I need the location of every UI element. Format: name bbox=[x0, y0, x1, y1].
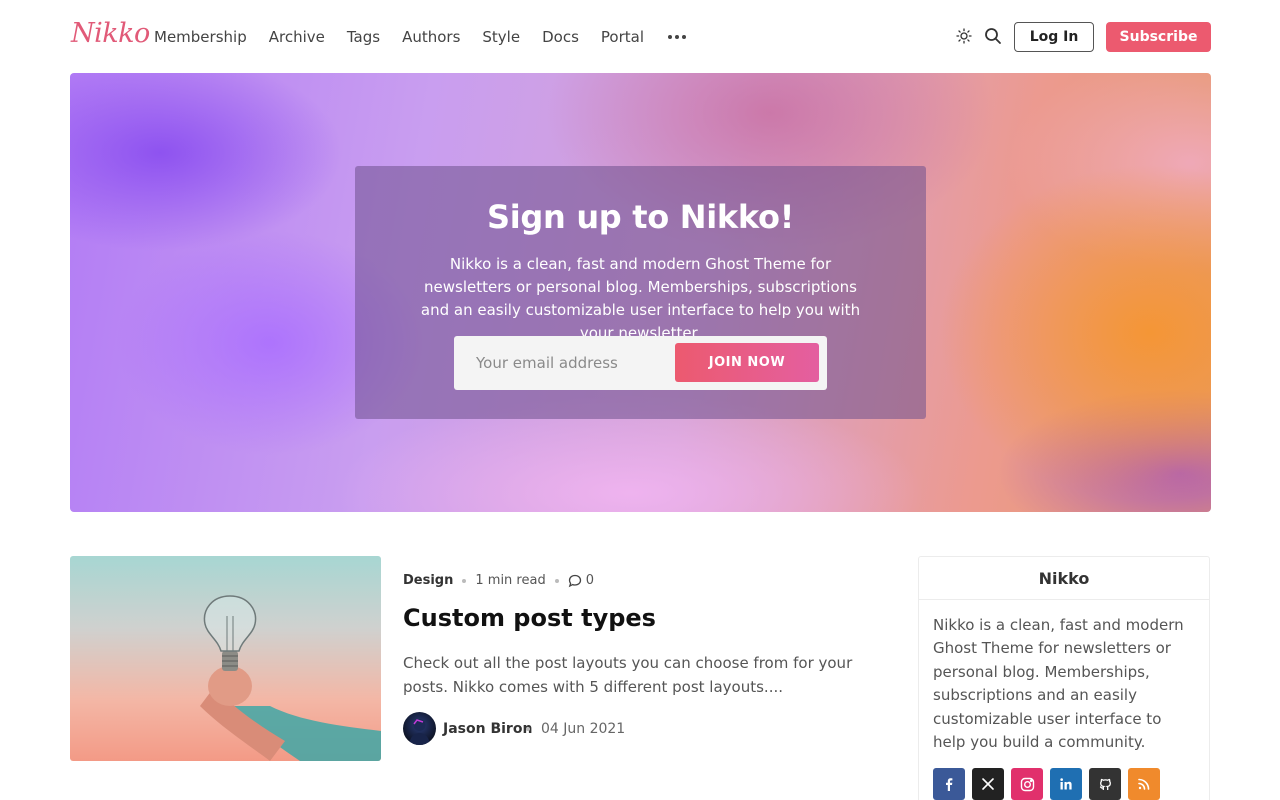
signup-description: Nikko is a clean, fast and modern Ghost … bbox=[420, 255, 861, 342]
hero-banner: Sign up to Nikko! Nikko is a clean, fast… bbox=[70, 73, 1211, 512]
subscribe-button[interactable]: Subscribe bbox=[1106, 22, 1211, 52]
author-avatar[interactable] bbox=[403, 712, 436, 745]
join-now-button[interactable]: JOIN NOW bbox=[675, 343, 819, 382]
rss-icon[interactable] bbox=[1128, 768, 1160, 800]
site-logo[interactable]: Nikko bbox=[71, 18, 150, 49]
nav-archive[interactable]: Archive bbox=[269, 27, 325, 47]
meta-separator bbox=[526, 727, 530, 731]
site-header: Nikko Membership Archive Tags Authors St… bbox=[0, 0, 1280, 72]
email-input[interactable] bbox=[454, 336, 674, 390]
main-nav: Membership Archive Tags Authors Style Do… bbox=[154, 27, 686, 47]
sun-icon[interactable] bbox=[954, 26, 974, 46]
linkedin-icon[interactable] bbox=[1050, 768, 1082, 800]
signup-box: Sign up to Nikko! Nikko is a clean, fast… bbox=[355, 166, 926, 419]
nav-membership[interactable]: Membership bbox=[154, 27, 247, 47]
nav-portal[interactable]: Portal bbox=[601, 27, 644, 47]
post-date: 04 Jun 2021 bbox=[541, 721, 626, 737]
post-title[interactable]: Custom post types bbox=[403, 601, 656, 635]
post-feature-image[interactable] bbox=[70, 556, 381, 761]
more-horizontal-icon[interactable] bbox=[668, 27, 686, 47]
nav-style[interactable]: Style bbox=[482, 27, 520, 47]
comment-icon[interactable] bbox=[568, 574, 582, 588]
widget-title: Nikko bbox=[919, 557, 1209, 600]
nav-docs[interactable]: Docs bbox=[542, 27, 579, 47]
lightbulb-hand-image bbox=[200, 595, 381, 761]
post-excerpt: Check out all the post layouts you can c… bbox=[403, 654, 853, 696]
author-name[interactable]: Jason Biron bbox=[443, 720, 532, 738]
nav-tags[interactable]: Tags bbox=[347, 27, 380, 47]
x-icon[interactable] bbox=[972, 768, 1004, 800]
nav-authors[interactable]: Authors bbox=[402, 27, 460, 47]
instagram-icon[interactable] bbox=[1011, 768, 1043, 800]
signup-title: Sign up to Nikko! bbox=[486, 198, 795, 236]
facebook-icon[interactable] bbox=[933, 768, 965, 800]
post-tag[interactable]: Design bbox=[403, 572, 453, 590]
login-button[interactable]: Log In bbox=[1014, 22, 1094, 52]
widget-description: Nikko is a clean, fast and modern Ghost … bbox=[933, 616, 1184, 752]
signup-form: JOIN NOW bbox=[454, 336, 827, 390]
comment-count[interactable]: 0 bbox=[586, 572, 594, 590]
meta-separator bbox=[462, 579, 467, 583]
social-links bbox=[933, 768, 1160, 800]
meta-separator bbox=[554, 579, 559, 583]
search-icon[interactable] bbox=[983, 26, 1003, 46]
github-icon[interactable] bbox=[1089, 768, 1121, 800]
about-widget: Nikko Nikko is a clean, fast and modern … bbox=[918, 556, 1210, 800]
read-time: 1 min read bbox=[475, 573, 546, 588]
post-meta: Design 1 min read 0 bbox=[403, 572, 594, 590]
